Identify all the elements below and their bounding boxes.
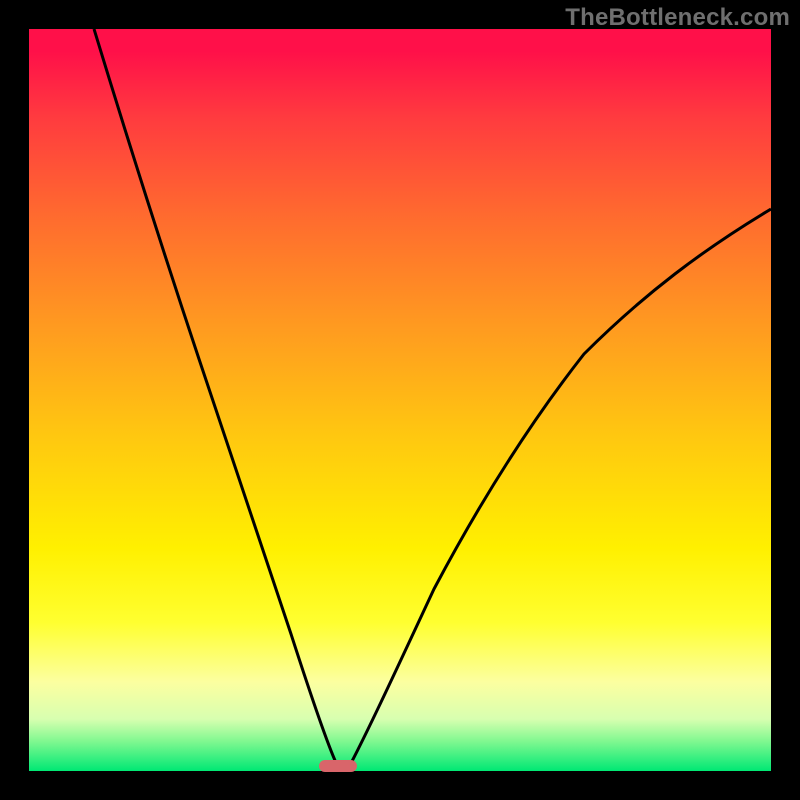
curve-left-branch [94,29,338,767]
curve-right-branch [349,209,771,767]
bottleneck-curve [29,29,771,771]
chart-frame: TheBottleneck.com [0,0,800,800]
plot-area [29,29,771,771]
optimal-marker [319,760,357,772]
watermark-text: TheBottleneck.com [565,4,790,32]
